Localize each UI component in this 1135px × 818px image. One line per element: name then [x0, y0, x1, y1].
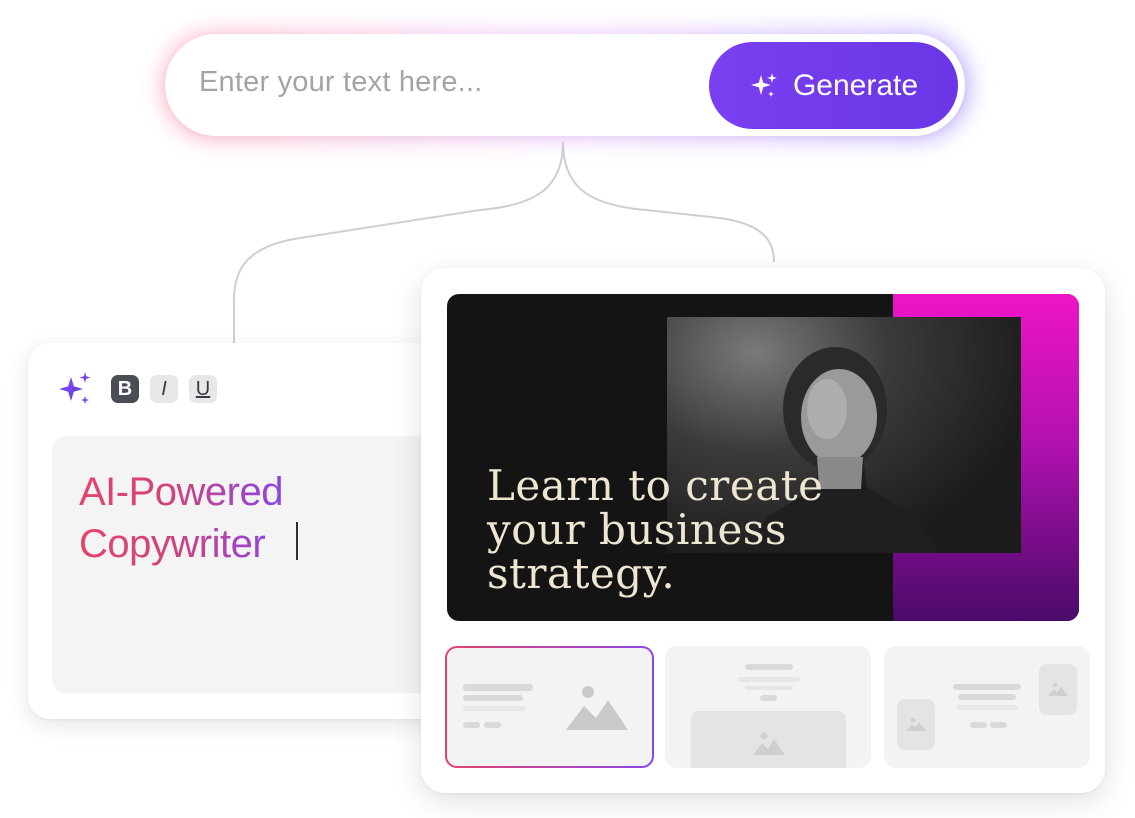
hero-slide[interactable]: Learn to create your business strategy. [447, 294, 1079, 621]
generate-button-label: Generate [792, 68, 919, 102]
italic-button[interactable]: I [150, 375, 178, 403]
thumb-line [745, 686, 793, 690]
thumb-line [953, 684, 1021, 690]
thumb-line [760, 695, 777, 701]
thumb-line [463, 695, 523, 701]
editor-text: AI-Powered Copywriter [79, 466, 283, 570]
thumb-line [484, 722, 501, 728]
hero-headline-line-2: your business [487, 505, 787, 554]
hero-headline-line-3: strategy. [487, 549, 676, 598]
sparkle-icon [750, 72, 777, 97]
thumb-line [463, 706, 525, 711]
thumb-line [738, 677, 800, 682]
thumb-line [970, 722, 987, 728]
sparkle-icon[interactable] [57, 371, 93, 407]
image-placeholder-icon [566, 686, 628, 730]
image-placeholder-icon [906, 717, 926, 731]
text-cursor [296, 522, 298, 560]
bold-button[interactable]: B [111, 375, 139, 403]
underline-button[interactable]: U [189, 375, 217, 403]
generate-button[interactable]: Generate [709, 42, 958, 129]
editor-text-line-2: Copywriter [79, 522, 266, 566]
prompt-input[interactable]: Enter your text here... [199, 66, 482, 99]
thumb-line [958, 694, 1016, 700]
thumb-line [463, 722, 480, 728]
thumb-line [990, 722, 1007, 728]
editor-text-line-1: AI-Powered [79, 470, 283, 514]
hero-headline-line-1: Learn to create [487, 461, 824, 510]
hero-headline: Learn to create your business strategy. [487, 464, 1047, 596]
image-placeholder-icon [1048, 682, 1068, 696]
image-placeholder-icon [753, 732, 785, 755]
thumb-line [956, 705, 1018, 710]
thumb-line [463, 684, 533, 691]
thumb-line [745, 664, 793, 670]
